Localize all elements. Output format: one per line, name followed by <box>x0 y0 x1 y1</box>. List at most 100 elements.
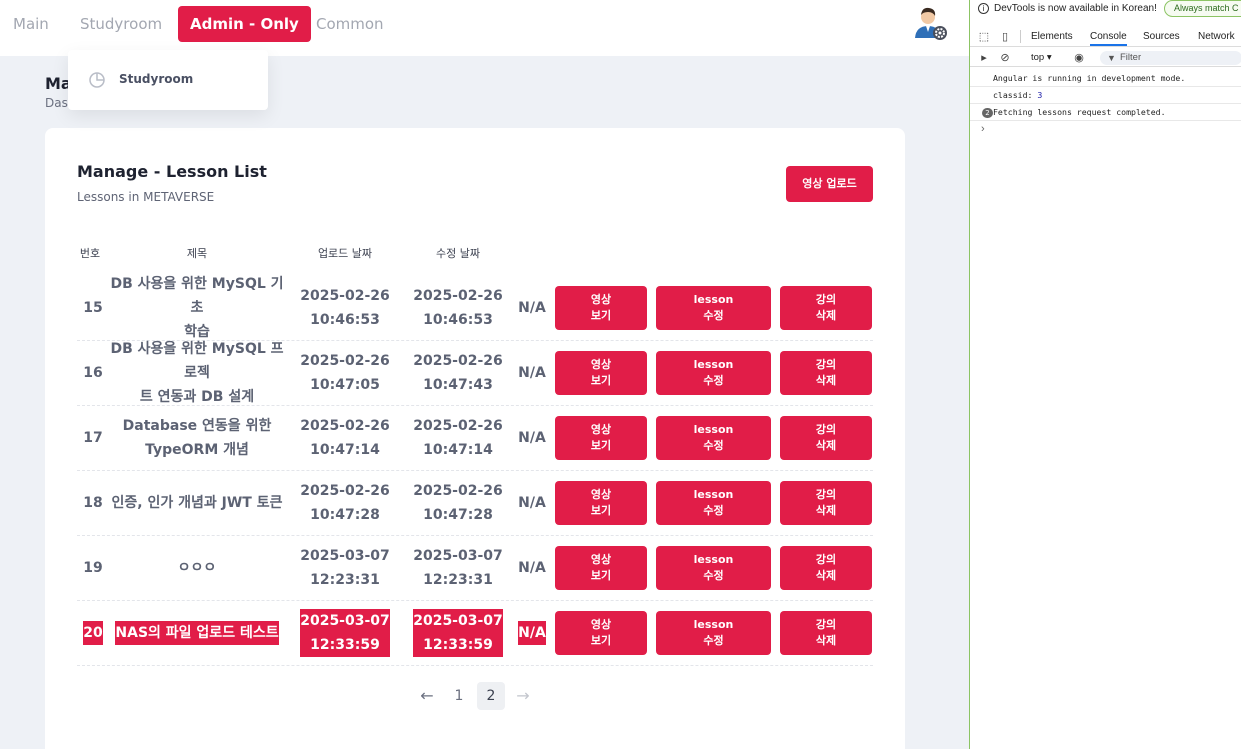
row-title-cell: ㅇㅇㅇ <box>107 536 287 600</box>
row-status: N/A <box>518 300 546 316</box>
row-number: 15 <box>83 300 103 316</box>
row-status: N/A <box>518 621 546 645</box>
row-uploaded-date: 2025-03-07 12:23:31 <box>300 548 390 588</box>
row-title: DB 사용을 위한 MySQL 프로젝 트 연동과 DB 설계 <box>110 341 284 405</box>
row-uploaded-cell: 2025-02-26 10:47:28 <box>290 471 400 535</box>
row-modified-cell: 2025-02-26 10:47:43 <box>403 341 513 405</box>
view-video-button[interactable]: 영상 보기 <box>555 286 647 330</box>
console-message-value: 3 <box>1037 90 1043 100</box>
pie-chart-icon <box>88 71 106 89</box>
delete-lesson-button[interactable]: 강의 삭제 <box>780 286 872 330</box>
edit-lesson-label: lesson 수정 <box>693 553 734 582</box>
nav-tab-main[interactable]: Main <box>1 6 61 42</box>
tab-separator <box>1020 30 1021 43</box>
table-row: 16 DB 사용을 위한 MySQL 프로젝 트 연동과 DB 설계 2025-02… <box>77 341 873 406</box>
view-video-label: 영상 보기 <box>590 423 612 452</box>
delete-lesson-label: 강의 삭제 <box>815 293 837 322</box>
header-title: 제목 <box>186 247 208 260</box>
row-modified-cell: 2025-03-07 12:33:59 <box>403 601 513 665</box>
nav-tab-admin-only[interactable]: Admin - Only <box>178 6 311 42</box>
pagination-next[interactable]: → <box>509 682 537 710</box>
delete-lesson-button[interactable]: 강의 삭제 <box>780 611 872 655</box>
header-no: 번호 <box>79 247 101 260</box>
row-uploaded-date: 2025-03-07 12:33:59 <box>300 609 390 657</box>
devtools-tab-sources[interactable]: Sources <box>1143 31 1180 42</box>
view-video-button[interactable]: 영상 보기 <box>555 546 647 590</box>
row-uploaded-date: 2025-02-26 10:47:14 <box>300 418 390 458</box>
row-uploaded-cell: 2025-02-26 10:47:05 <box>290 341 400 405</box>
row-number-cell: 20 <box>81 601 105 665</box>
clear-console-icon[interactable]: ⊘ <box>999 52 1011 64</box>
delete-lesson-label: 강의 삭제 <box>815 618 837 647</box>
row-title: DB 사용을 위한 MySQL 기초 학습 <box>110 276 284 340</box>
row-uploaded-cell: 2025-02-26 10:46:53 <box>290 276 400 340</box>
pagination-prev[interactable]: ← <box>413 682 441 710</box>
row-modified-cell: 2025-03-07 12:23:31 <box>403 536 513 600</box>
delete-lesson-button[interactable]: 강의 삭제 <box>780 416 872 460</box>
row-number: 18 <box>83 495 103 511</box>
row-status-cell: N/A <box>515 276 549 340</box>
row-status-cell: N/A <box>515 601 549 665</box>
card-subtitle: Lessons in METAVERSE <box>77 190 215 204</box>
delete-lesson-label: 강의 삭제 <box>815 488 837 517</box>
nav-tab-studyroom[interactable]: Studyroom <box>68 6 174 42</box>
devtools-info-text: DevTools is now available in Korean! <box>994 3 1157 14</box>
dropdown-item-studyroom[interactable]: Studyroom <box>119 72 193 86</box>
row-modified-cell: 2025-02-26 10:47:28 <box>403 471 513 535</box>
edit-lesson-label: lesson 수정 <box>693 488 734 517</box>
devtools-tab-console[interactable]: Console <box>1090 31 1127 46</box>
edit-lesson-button[interactable]: lesson 수정 <box>656 351 771 395</box>
row-modified-date: 2025-03-07 12:23:31 <box>413 548 503 588</box>
console-toolbar: ▸ ⊘ top ▾ ◉ ▼ Filter <box>970 49 1241 67</box>
view-video-label: 영상 보기 <box>590 488 612 517</box>
delete-lesson-label: 강의 삭제 <box>815 553 837 582</box>
pagination-page-2[interactable]: 2 <box>477 682 505 710</box>
devtools-tab-elements[interactable]: Elements <box>1031 31 1073 42</box>
row-number-cell: 15 <box>81 276 105 340</box>
context-selector[interactable]: top ▾ <box>1031 52 1052 63</box>
user-settings-icon <box>915 7 947 40</box>
upload-video-button[interactable]: 영상 업로드 <box>786 166 873 202</box>
row-title-cell: NAS의 파일 업로드 테스트 <box>107 601 287 665</box>
row-status: N/A <box>518 365 546 381</box>
row-status-cell: N/A <box>515 536 549 600</box>
delete-lesson-button[interactable]: 강의 삭제 <box>780 481 872 525</box>
pagination-page-1[interactable]: 1 <box>445 682 473 710</box>
device-toolbar-icon[interactable]: ▯ <box>999 31 1011 43</box>
delete-lesson-button[interactable]: 강의 삭제 <box>780 351 872 395</box>
nav-tab-common[interactable]: Common <box>304 6 396 42</box>
row-number: 20 <box>83 621 103 645</box>
console-filter-input[interactable]: ▼ Filter <box>1100 51 1241 65</box>
view-video-button[interactable]: 영상 보기 <box>555 481 647 525</box>
inspect-element-icon[interactable]: ⬚ <box>978 31 990 43</box>
row-modified-cell: 2025-02-26 10:47:14 <box>403 406 513 470</box>
row-modified-date: 2025-02-26 10:47:14 <box>413 418 503 458</box>
view-video-button[interactable]: 영상 보기 <box>555 611 647 655</box>
user-avatar[interactable] <box>912 4 948 42</box>
edit-lesson-button[interactable]: lesson 수정 <box>656 416 771 460</box>
row-status: N/A <box>518 495 546 511</box>
edit-lesson-button[interactable]: lesson 수정 <box>656 546 771 590</box>
edit-lesson-button[interactable]: lesson 수정 <box>656 286 771 330</box>
row-title: 인증, 인가 개념과 JWT 토큰 <box>111 495 283 511</box>
devtools-tab-network[interactable]: Network <box>1198 31 1235 42</box>
row-title: NAS의 파일 업로드 테스트 <box>115 621 279 645</box>
view-video-button[interactable]: 영상 보기 <box>555 351 647 395</box>
studyroom-dropdown-menu: Studyroom <box>68 50 268 110</box>
devtools-panel: i DevTools is now available in Korean! A… <box>969 0 1241 749</box>
console-prompt[interactable]: › <box>981 123 985 135</box>
delete-lesson-button[interactable]: 강의 삭제 <box>780 546 872 590</box>
row-uploaded-cell: 2025-03-07 12:23:31 <box>290 536 400 600</box>
edit-lesson-button[interactable]: lesson 수정 <box>656 481 771 525</box>
always-match-language-button[interactable]: Always match C <box>1164 0 1241 17</box>
edit-lesson-label: lesson 수정 <box>693 423 734 452</box>
view-video-button[interactable]: 영상 보기 <box>555 416 647 460</box>
sidebar-toggle-icon[interactable]: ▸ <box>978 52 990 64</box>
header-modified: 수정 날짜 <box>436 247 480 260</box>
header-uploaded: 업로드 날짜 <box>317 247 373 260</box>
info-icon: i <box>978 3 989 14</box>
app-area: Main Studyroom Admin - Only Common Study… <box>0 0 969 749</box>
eye-icon[interactable]: ◉ <box>1073 52 1085 64</box>
view-video-label: 영상 보기 <box>590 293 612 322</box>
edit-lesson-button[interactable]: lesson 수정 <box>656 611 771 655</box>
